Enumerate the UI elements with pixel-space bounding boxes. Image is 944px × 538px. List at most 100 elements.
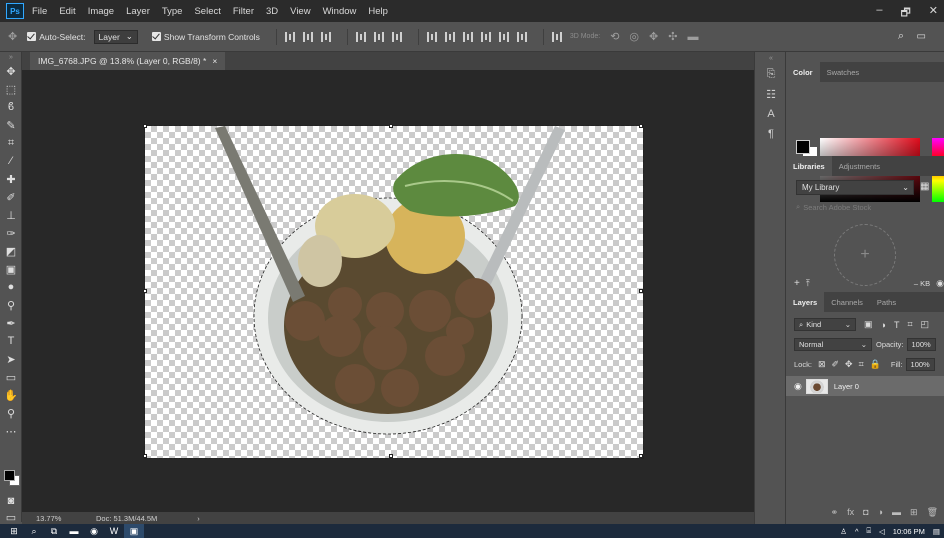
path-selection-tool-icon[interactable]: ➤ <box>0 350 22 368</box>
eraser-tool-icon[interactable]: ◩ <box>0 242 22 260</box>
healing-brush-tool-icon[interactable]: ✚ <box>0 170 22 188</box>
link-layers-icon[interactable]: ⚭ <box>831 507 839 518</box>
restore-button[interactable]: 🗗 <box>900 4 910 23</box>
menu-select[interactable]: Select <box>194 6 220 17</box>
pan-3d-icon[interactable]: ✥ <box>649 30 658 43</box>
history-panel-icon[interactable]: ⎘ <box>755 64 787 84</box>
task-view-icon[interactable]: ⧉ <box>44 524 64 538</box>
group-icon[interactable]: ▬ <box>892 507 901 517</box>
show-transform-checkbox[interactable]: Show Transform Controls <box>151 32 260 42</box>
tab-layers[interactable]: Layers <box>786 292 825 312</box>
tab-channels[interactable]: Channels <box>824 292 870 312</box>
panel-collapse-icon[interactable]: » <box>0 52 22 62</box>
canvas[interactable] <box>143 124 644 459</box>
shape-filter-icon[interactable]: ⌗ <box>907 319 912 330</box>
stock-search-field[interactable]: ⌕ Search Adobe Stock <box>796 200 936 214</box>
marquee-tool-icon[interactable]: ⬚ <box>0 80 22 98</box>
tab-libraries[interactable]: Libraries <box>786 156 832 176</box>
transform-handle[interactable] <box>389 124 393 128</box>
photoshop-taskbar-icon[interactable]: ▣ <box>124 524 144 538</box>
zoom-level[interactable]: 13.77% <box>36 514 86 523</box>
auto-align-icon[interactable] <box>551 31 562 42</box>
align-bottom-icon[interactable] <box>320 31 331 42</box>
transform-handle[interactable] <box>143 124 147 128</box>
adjustment-layer-icon[interactable]: ◑ <box>878 507 883 517</box>
hand-tool-icon[interactable]: ✋ <box>0 386 22 404</box>
chevron-right-icon[interactable]: › <box>197 514 200 523</box>
transform-handle[interactable] <box>143 454 147 458</box>
menu-3d[interactable]: 3D <box>266 6 278 17</box>
layer-name[interactable]: Layer 0 <box>834 382 859 391</box>
distribute-bottom-icon[interactable] <box>462 31 473 42</box>
layer-mask-icon[interactable]: ◘ <box>863 507 868 517</box>
auto-select-checkbox[interactable]: Auto-Select: <box>27 32 86 42</box>
close-button[interactable]: ✕ <box>929 4 938 23</box>
menu-view[interactable]: View <box>290 6 310 17</box>
quick-select-tool-icon[interactable]: ✎ <box>0 116 22 134</box>
foreground-color-swatch[interactable] <box>4 470 15 481</box>
menu-filter[interactable]: Filter <box>233 6 254 17</box>
tab-swatches[interactable]: Swatches <box>820 62 867 82</box>
new-layer-icon[interactable]: ⊞ <box>910 507 918 518</box>
slide-3d-icon[interactable]: ✣ <box>668 30 677 43</box>
add-content-icon[interactable]: + <box>794 278 800 289</box>
move-tool-icon[interactable]: ✥ <box>0 62 22 80</box>
gradient-tool-icon[interactable]: ▣ <box>0 260 22 278</box>
delete-layer-icon[interactable]: 🗑 <box>927 507 938 518</box>
distribute-hcenter-icon[interactable] <box>498 31 509 42</box>
windows-start-icon[interactable]: ⊞ <box>4 524 24 538</box>
properties-panel-icon[interactable]: ☷ <box>755 84 787 104</box>
crop-tool-icon[interactable]: ⌗ <box>0 134 22 152</box>
align-right-icon[interactable] <box>391 31 402 42</box>
transform-handle[interactable] <box>639 289 643 293</box>
brush-tool-icon[interactable]: ✐ <box>0 188 22 206</box>
distribute-center-icon[interactable] <box>444 31 455 42</box>
character-panel-icon[interactable]: A <box>755 104 787 124</box>
menu-layer[interactable]: Layer <box>126 6 150 17</box>
notifications-icon[interactable]: ▤ <box>933 527 940 536</box>
network-icon[interactable]: ⌸ <box>867 526 872 536</box>
pen-tool-icon[interactable]: ✒ <box>0 314 22 332</box>
tab-adjustments[interactable]: Adjustments <box>832 156 887 176</box>
transform-handle[interactable] <box>143 289 147 293</box>
eye-icon[interactable]: ◉ <box>794 381 802 392</box>
type-tool-icon[interactable]: T <box>0 332 22 350</box>
distribute-left-icon[interactable] <box>480 31 491 42</box>
lasso-tool-icon[interactable]: ϐ <box>0 98 22 116</box>
align-horizontal-center-icon[interactable] <box>373 31 384 42</box>
menu-file[interactable]: File <box>32 6 47 17</box>
align-left-icon[interactable] <box>355 31 366 42</box>
eyedropper-tool-icon[interactable]: ⁄ <box>0 152 22 170</box>
word-icon[interactable]: W <box>104 524 124 538</box>
layer-style-icon[interactable]: fx <box>847 507 854 517</box>
paragraph-panel-icon[interactable]: ¶ <box>755 124 787 144</box>
people-icon[interactable]: ♙ <box>840 527 847 536</box>
minimize-button[interactable]: – <box>876 4 882 23</box>
layer-row[interactable]: ◉ Layer 0 <box>786 376 944 396</box>
layer-filter-dropdown[interactable]: ⌕ Kind ⌄ <box>794 318 856 331</box>
transform-handle[interactable] <box>639 454 643 458</box>
pixel-filter-icon[interactable]: ▣ <box>864 319 873 330</box>
panel-collapse-icon[interactable]: « <box>755 52 787 64</box>
opacity-field[interactable]: 100% <box>906 338 936 351</box>
document-workspace[interactable] <box>22 70 754 512</box>
scale-3d-icon[interactable]: ▬ <box>687 31 698 43</box>
type-filter-icon[interactable]: T <box>894 320 900 330</box>
dodge-tool-icon[interactable]: ⚲ <box>0 296 22 314</box>
fill-field[interactable]: 100% <box>905 358 935 371</box>
align-vertical-center-icon[interactable] <box>302 31 313 42</box>
auto-select-dropdown[interactable]: Layer ⌄ <box>93 29 138 44</box>
file-explorer-icon[interactable]: ▬ <box>64 524 84 538</box>
library-drop-zone[interactable]: + <box>834 224 896 286</box>
library-dropdown[interactable]: My Library ⌄ <box>796 180 914 195</box>
distribute-top-icon[interactable] <box>426 31 437 42</box>
blend-mode-dropdown[interactable]: Normal ⌄ <box>794 338 872 351</box>
smart-object-filter-icon[interactable]: ◰ <box>921 319 930 330</box>
lock-transparent-icon[interactable]: ⊠ <box>818 359 826 370</box>
more-tools-icon[interactable]: ⋯ <box>0 422 22 440</box>
lock-image-icon[interactable]: ✐ <box>831 359 839 370</box>
close-tab-icon[interactable]: × <box>212 56 217 66</box>
history-brush-tool-icon[interactable]: ✑ <box>0 224 22 242</box>
menu-type[interactable]: Type <box>162 6 183 17</box>
lock-artboard-icon[interactable]: ⌗ <box>859 359 864 370</box>
